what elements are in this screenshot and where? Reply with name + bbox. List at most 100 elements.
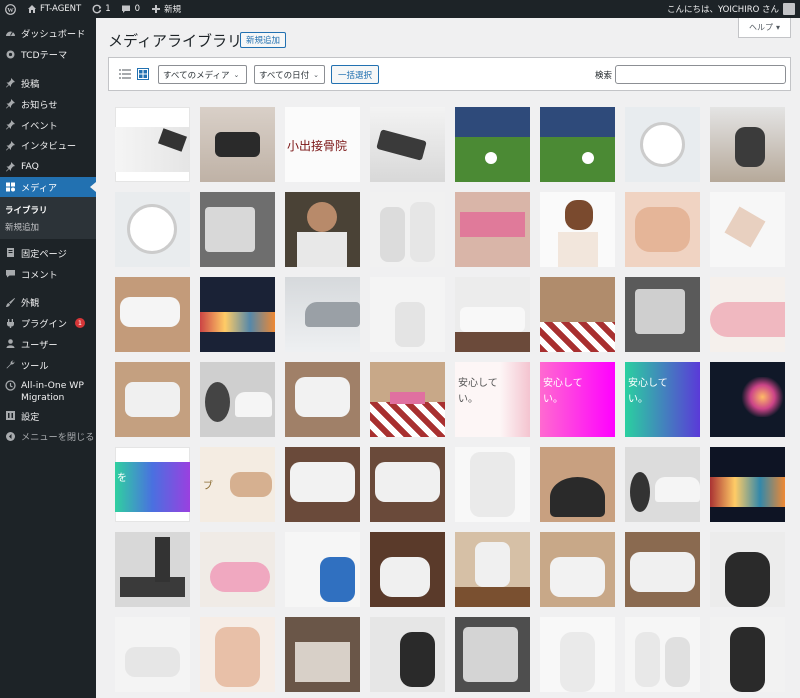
media-thumbnail[interactable] — [370, 532, 445, 607]
media-thumbnail[interactable] — [115, 532, 190, 607]
menu-interview[interactable]: インタビュー — [0, 135, 96, 156]
menu-media[interactable]: メディア — [0, 176, 96, 198]
menu-plugins[interactable]: プラグイン 1 — [0, 313, 96, 334]
menu-tcd-theme[interactable]: TCDテーマ — [0, 44, 96, 65]
media-thumbnail[interactable] — [625, 617, 700, 692]
media-thumbnail[interactable] — [625, 192, 700, 267]
media-thumbnail[interactable]: 安心して い。 — [540, 362, 615, 437]
media-thumbnail[interactable] — [370, 107, 445, 182]
media-thumbnail[interactable] — [710, 447, 785, 522]
media-thumbnail[interactable] — [455, 617, 530, 692]
media-thumbnail[interactable] — [455, 447, 530, 522]
media-thumbnail[interactable] — [455, 532, 530, 607]
media-thumbnail[interactable] — [115, 192, 190, 267]
search-input[interactable] — [615, 65, 786, 84]
media-thumbnail[interactable]: 安心して い。 — [625, 362, 700, 437]
grid-view-icon[interactable] — [137, 68, 149, 80]
menu-dashboard[interactable]: ダッシュボード — [0, 23, 96, 44]
media-thumbnail[interactable] — [710, 362, 785, 437]
media-thumbnail[interactable] — [285, 447, 360, 522]
list-view-icon[interactable] — [119, 68, 131, 80]
media-thumbnail[interactable] — [625, 107, 700, 182]
media-thumbnail[interactable] — [710, 617, 785, 692]
media-thumbnail[interactable] — [200, 107, 275, 182]
new-content-link[interactable]: 新規 — [145, 0, 186, 18]
media-thumbnail[interactable] — [115, 362, 190, 437]
media-thumbnail[interactable] — [710, 192, 785, 267]
greeting[interactable]: こんにちは、YOICHIRO さん — [667, 3, 779, 15]
search-label: 検索 — [595, 71, 613, 81]
media-thumbnail[interactable] — [540, 532, 615, 607]
media-thumbnail[interactable] — [710, 277, 785, 352]
menu-events[interactable]: イベント — [0, 114, 96, 135]
media-thumbnail[interactable] — [370, 447, 445, 522]
comments-link[interactable]: 0 — [116, 0, 145, 18]
media-thumbnail[interactable] — [285, 192, 360, 267]
submenu-add-new[interactable]: 新規追加 — [0, 218, 96, 235]
date-filter[interactable]: すべての日付 ⌄ — [254, 65, 325, 84]
menu-users[interactable]: ユーザー — [0, 334, 96, 355]
page-title: メディアライブラリ — [108, 32, 242, 50]
media-thumbnail[interactable] — [115, 617, 190, 692]
bulk-select-button[interactable]: 一括選択 — [331, 65, 380, 84]
menu-events-label: イベント — [21, 120, 58, 132]
media-thumbnail[interactable] — [370, 192, 445, 267]
media-thumbnail[interactable] — [370, 277, 445, 352]
menu-all-in-one-migration-label: All-in-One WP Migration — [21, 380, 84, 404]
media-thumbnail[interactable] — [540, 277, 615, 352]
media-thumbnail[interactable]: ブ — [200, 447, 275, 522]
media-thumbnail[interactable] — [455, 107, 530, 182]
media-thumbnail[interactable] — [625, 532, 700, 607]
help-tab-button[interactable]: ヘルプ ▾ — [738, 18, 791, 38]
menu-settings[interactable]: 設定 — [0, 405, 96, 426]
avatar[interactable] — [783, 3, 795, 15]
banner-text: 安心して — [458, 378, 498, 389]
chevron-down-icon: ⌄ — [233, 70, 240, 79]
site-name-link[interactable]: FT-AGENT — [21, 0, 86, 18]
media-thumbnail[interactable] — [115, 277, 190, 352]
media-type-filter[interactable]: すべてのメディア ⌄ — [158, 65, 247, 84]
menu-collapse[interactable]: メニューを閉じる — [0, 426, 96, 447]
menu-comments[interactable]: コメント — [0, 263, 96, 284]
media-thumbnail[interactable] — [200, 192, 275, 267]
media-thumbnail[interactable] — [370, 617, 445, 692]
chevron-down-icon: ⌄ — [313, 70, 319, 79]
media-thumbnail[interactable] — [200, 617, 275, 692]
update-icon — [91, 4, 102, 15]
menu-faq[interactable]: FAQ — [0, 156, 96, 177]
menu-posts[interactable]: 投稿 — [0, 73, 96, 94]
menu-appearance[interactable]: 外観 — [0, 292, 96, 313]
media-thumbnail[interactable] — [200, 277, 275, 352]
menu-pages[interactable]: 固定ページ — [0, 242, 96, 263]
media-thumbnail[interactable] — [540, 192, 615, 267]
media-thumbnail[interactable] — [710, 532, 785, 607]
menu-news[interactable]: お知らせ — [0, 93, 96, 114]
media-thumbnail[interactable] — [285, 532, 360, 607]
menu-all-in-one-migration[interactable]: All-in-One WP Migration — [0, 375, 96, 405]
media-thumbnail[interactable] — [540, 447, 615, 522]
menu-interview-label: インタビュー — [21, 141, 77, 153]
media-thumbnail[interactable] — [455, 277, 530, 352]
media-thumbnail[interactable] — [540, 107, 615, 182]
media-thumbnail[interactable] — [200, 532, 275, 607]
media-thumbnail[interactable]: 小出接骨院 — [285, 107, 360, 182]
media-thumbnail[interactable] — [115, 107, 190, 182]
submenu-library[interactable]: ライブラリ — [0, 201, 96, 218]
media-thumbnail[interactable] — [710, 107, 785, 182]
media-thumbnail[interactable] — [455, 192, 530, 267]
wp-logo-button[interactable]: W — [0, 0, 21, 18]
media-thumbnail[interactable] — [200, 362, 275, 437]
menu-tools[interactable]: ツール — [0, 354, 96, 375]
updates-link[interactable]: 1 — [86, 0, 115, 18]
media-thumbnail[interactable] — [285, 617, 360, 692]
media-thumbnail[interactable]: を — [115, 447, 190, 522]
media-thumbnail[interactable] — [370, 362, 445, 437]
media-thumbnail[interactable] — [625, 447, 700, 522]
media-thumbnail[interactable] — [285, 277, 360, 352]
media-thumbnail[interactable] — [540, 617, 615, 692]
media-thumbnail[interactable] — [625, 277, 700, 352]
media-thumbnail[interactable]: 安心して い。 — [455, 362, 530, 437]
add-new-button[interactable]: 新規追加 — [240, 32, 287, 48]
media-toolbar: すべてのメディア ⌄ すべての日付 ⌄ 一括選択 検索 — [108, 57, 791, 91]
media-thumbnail[interactable] — [285, 362, 360, 437]
